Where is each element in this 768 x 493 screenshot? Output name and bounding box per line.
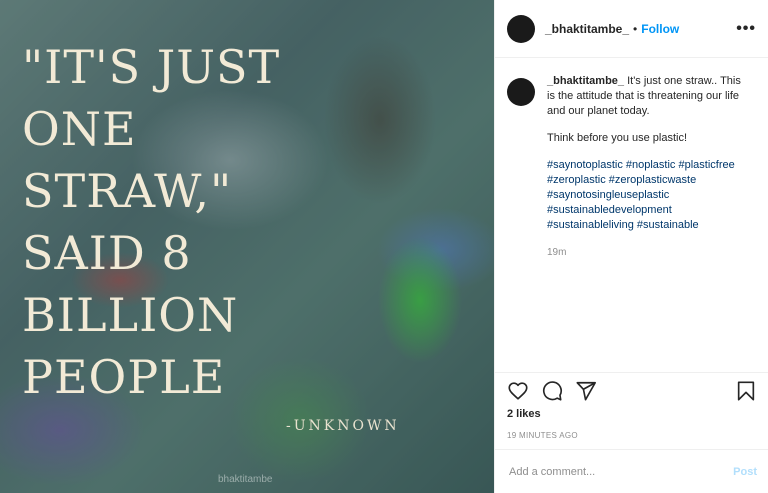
caption: _bhaktitambe_ It's just one straw.. This… [547, 74, 747, 356]
share-icon[interactable] [575, 380, 597, 402]
quote-line: SAID 8 [22, 226, 192, 280]
hashtag-link[interactable]: #saynotosingleuseplastic [547, 188, 747, 203]
heart-icon[interactable] [507, 380, 529, 402]
post-comment-button[interactable]: Post [733, 466, 757, 478]
quote-line: BILLION [22, 288, 239, 342]
hashtag-link[interactable]: #sustainabledevelopment [547, 203, 747, 218]
comment-icon[interactable] [541, 380, 563, 402]
hashtag-row: #saynotoplastic #noplastic #plasticfree [547, 158, 747, 173]
hashtag-link[interactable]: #sustainableliving [547, 219, 634, 231]
comment-bar: Post [495, 449, 768, 493]
separator-dot: • [633, 21, 638, 36]
hashtag-link[interactable]: #zeroplasticwaste [609, 174, 696, 186]
avatar[interactable] [507, 14, 535, 43]
caption-text: _bhaktitambe_ It's just one straw.. This… [547, 74, 747, 119]
hashtag-link[interactable]: #sustainable [637, 219, 699, 231]
quote-line: "IT'S JUST [22, 40, 281, 94]
image-watermark: bhaktitambe [218, 474, 273, 485]
hashtag-link[interactable]: #zeroplastic [547, 174, 606, 186]
hashtag-link[interactable]: #noplastic [626, 159, 676, 171]
hashtag-row: #sustainableliving #sustainable [547, 218, 747, 233]
caption-line-2: Think before you use plastic! [547, 132, 688, 144]
hashtag-row: #zeroplastic #zeroplasticwaste [547, 173, 747, 188]
caption-area: _bhaktitambe_ It's just one straw.. This… [495, 58, 768, 356]
quote-text: "IT'S JUST ONE STRAW," SAID 8 BILLION PE… [22, 36, 322, 408]
follow-button[interactable]: Follow [641, 22, 679, 36]
instagram-post: "IT'S JUST ONE STRAW," SAID 8 BILLION PE… [0, 0, 768, 493]
post-sidebar: _bhaktitambe_ • Follow ••• _bhaktitambe_… [494, 0, 768, 493]
quote-line: ONE [22, 102, 137, 156]
likes-count[interactable]: 2 likes [507, 408, 541, 420]
post-image[interactable]: "IT'S JUST ONE STRAW," SAID 8 BILLION PE… [0, 0, 494, 493]
caption-username[interactable]: _bhaktitambe_ [547, 75, 624, 87]
bookmark-icon[interactable] [735, 380, 757, 402]
hashtag-link[interactable]: #saynotoplastic [547, 159, 623, 171]
more-options-icon[interactable]: ••• [736, 20, 756, 38]
post-header: _bhaktitambe_ • Follow ••• [495, 0, 768, 58]
caption-time: 19m [547, 247, 567, 258]
header-username[interactable]: _bhaktitambe_ [545, 22, 629, 36]
hashtag-link[interactable]: #plasticfree [679, 159, 735, 171]
caption-avatar[interactable] [507, 78, 535, 106]
action-bar [495, 372, 768, 408]
quote-line: PEOPLE [22, 350, 226, 404]
comment-input[interactable] [507, 464, 734, 479]
post-timestamp: 19 MINUTES AGO [507, 431, 578, 440]
quote-attribution: -UNKNOWN [286, 418, 400, 434]
hashtag-list: #saynotoplastic #noplastic #plasticfree … [547, 158, 747, 233]
quote-line: STRAW," [22, 164, 233, 218]
